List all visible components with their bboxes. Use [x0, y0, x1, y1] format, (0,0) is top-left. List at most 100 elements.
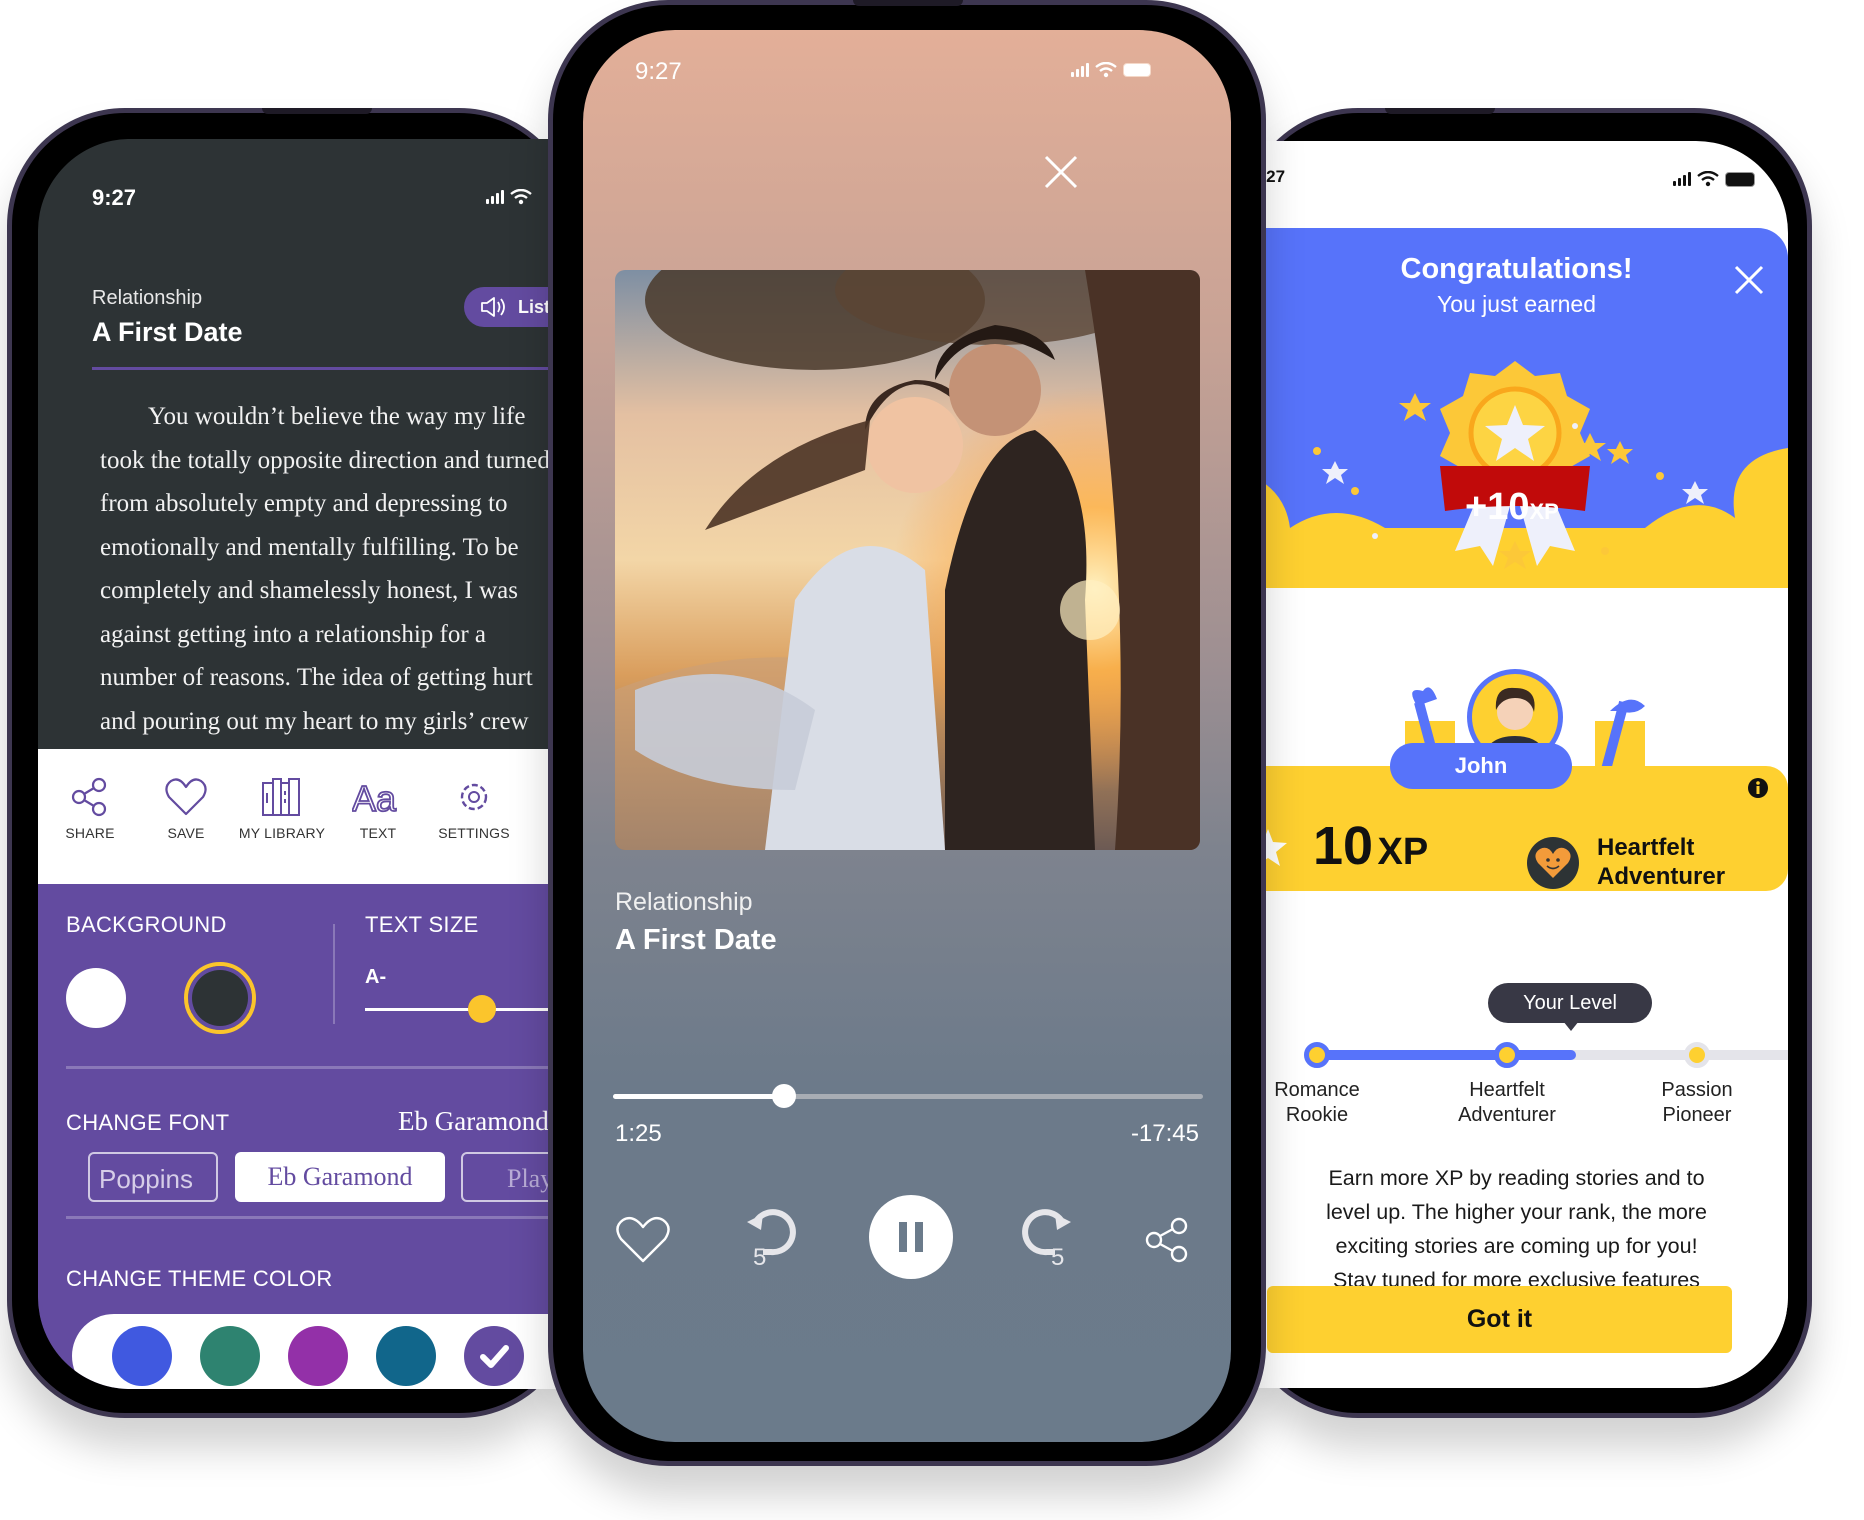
phone-reader: 9:27 Relationship A First Date Listen Yo… [7, 108, 598, 1418]
story-body-line: took the totally opposite direction and … [100, 446, 550, 474]
xp-total-value: 10 [1313, 816, 1374, 876]
cover-art [615, 270, 1200, 850]
rewind-5-icon [747, 1209, 796, 1256]
story-body-line: and pouring out my heart to my girls’ cr… [100, 707, 529, 735]
settings-divider [66, 1066, 598, 1069]
background-dark-option[interactable] [184, 962, 256, 1034]
level-label: Heartfelt Adventurer [1437, 1078, 1577, 1128]
settings-divider [66, 1216, 598, 1219]
wifi-icon [510, 189, 532, 205]
story-body-line: against getting into a relationship for … [100, 620, 487, 648]
reward-subtitle: You just earned [1436, 291, 1596, 317]
theme-color-picker [72, 1314, 598, 1389]
theme-color-label: CHANGE THEME COLOR [66, 1266, 333, 1291]
level-progress-track [1317, 1050, 1788, 1060]
rank-title: Heartfelt Adventurer [1597, 833, 1725, 891]
sparkle-stars-icon [1313, 423, 1708, 555]
check-icon [480, 1345, 509, 1368]
level-label-line2: Pioneer [1662, 1104, 1732, 1126]
svg-text:Aa: Aa [352, 778, 397, 817]
level-label: Passion Pioneer [1627, 1078, 1767, 1128]
close-icon[interactable] [1733, 264, 1765, 296]
story-title: A First Date [92, 317, 243, 347]
reward-message-line: Earn more XP by reading stories and to [1328, 1166, 1705, 1190]
like-button[interactable] [613, 1210, 673, 1270]
toolbar-label: TEXT [359, 825, 397, 841]
tooltip-pointer [1563, 1021, 1579, 1031]
title-divider [92, 367, 598, 370]
level-label-line1: Passion [1661, 1079, 1733, 1101]
story-body: You wouldn’t believe the way my life took… [100, 395, 598, 743]
rewind-button[interactable]: 5 [741, 1202, 811, 1278]
pause-button[interactable] [869, 1195, 953, 1279]
reader-toolbar: SHARE SAVE MY LIBRARY Aa TEXT SETTINGS [38, 749, 598, 884]
text-size-thumb[interactable] [468, 995, 496, 1023]
settings-panel: BACKGROUND TEXT SIZE A- CHANGE FONT Eb G… [38, 884, 598, 1389]
battery-icon [1725, 171, 1755, 187]
rank-title-line1: Heartfelt [1597, 834, 1695, 861]
status-time: 9:27 [92, 185, 137, 210]
battery-icon [1123, 63, 1151, 77]
status-time: 9:27 [635, 58, 682, 85]
phone-notch [853, 0, 963, 6]
toolbar-label: MY LIBRARY [238, 825, 326, 841]
level-label-line1: Heartfelt [1469, 1079, 1545, 1101]
font-option-eb-garamond[interactable]: Eb Garamond [235, 1152, 445, 1202]
library-icon [227, 777, 337, 819]
story-body-line: completely and shamelessly honest, I was [100, 577, 518, 604]
toolbar-share-button[interactable]: SHARE [38, 777, 145, 841]
toolbar-label: SETTINGS [438, 825, 510, 841]
theme-color-swatch[interactable] [200, 1326, 260, 1386]
reward-title: Congratulations! [1400, 253, 1633, 285]
share-icon [38, 777, 145, 819]
toolbar-settings-button[interactable]: SETTINGS [419, 777, 529, 841]
story-body-line: from absolutely empty and depressing to [100, 490, 508, 517]
text-size-min: A- [365, 966, 387, 988]
close-icon[interactable] [1043, 154, 1079, 190]
text-size-label: TEXT SIZE [365, 912, 479, 937]
level-label: Romance Rookie [1247, 1078, 1387, 1128]
your-level-tooltip: Your Level [1488, 983, 1652, 1023]
theme-color-swatch[interactable] [376, 1326, 436, 1386]
toolbar-text-button[interactable]: Aa TEXT [323, 777, 433, 841]
story-category: Relationship [92, 287, 203, 309]
reward-message-line: level up. The higher your rank, the more [1326, 1200, 1707, 1224]
elapsed-time: 1:25 [615, 1120, 662, 1147]
current-font: Eb Garamond [398, 1106, 549, 1136]
share-icon [1145, 1217, 1188, 1263]
status-icons [1673, 171, 1755, 187]
theme-color-swatch[interactable] [288, 1326, 348, 1386]
player-title: A First Date [615, 924, 777, 956]
settings-divider-vertical [333, 924, 335, 1024]
forward-button[interactable]: 5 [1009, 1202, 1079, 1278]
rank-title-line2: Adventurer [1597, 863, 1726, 890]
toolbar-my-library-button[interactable]: MY LIBRARY [227, 777, 337, 841]
user-name: John [1390, 743, 1572, 789]
playback-scrubber[interactable] [613, 1084, 1203, 1108]
toolbar-save-button[interactable]: SAVE [131, 777, 241, 841]
rank-badge [1527, 837, 1579, 889]
theme-color-swatch[interactable] [464, 1326, 524, 1386]
remaining-time: -17:45 [1130, 1120, 1199, 1147]
level-label-line2: Adventurer [1458, 1104, 1556, 1126]
theme-color-swatch[interactable] [112, 1326, 172, 1386]
phone-notch [1385, 108, 1495, 114]
font-option-poppins[interactable]: Poppins [88, 1152, 218, 1202]
got-it-button[interactable]: Got it [1267, 1286, 1732, 1353]
wifi-icon [1095, 62, 1117, 78]
signal-icon [1071, 63, 1089, 77]
change-font-label: CHANGE FONT [66, 1110, 230, 1135]
level-node [1494, 1042, 1520, 1068]
playback-thumb[interactable] [772, 1084, 797, 1108]
info-icon[interactable] [1747, 777, 1769, 799]
player-screen: 9:27 Relationship A First Date 1:25 -17:… [583, 30, 1231, 1442]
heart-icon [616, 1216, 670, 1263]
player-category: Relationship [615, 888, 753, 916]
level-label-line1: Romance [1274, 1079, 1360, 1101]
share-button[interactable] [1143, 1210, 1193, 1270]
background-white-option[interactable] [66, 968, 126, 1028]
story-body-line: number of reasons. The idea of getting h… [100, 664, 533, 691]
status-icons [486, 189, 532, 205]
reward-message-line: exciting stories are coming up for you! [1335, 1234, 1698, 1258]
forward-seconds: 5 [1051, 1244, 1065, 1271]
